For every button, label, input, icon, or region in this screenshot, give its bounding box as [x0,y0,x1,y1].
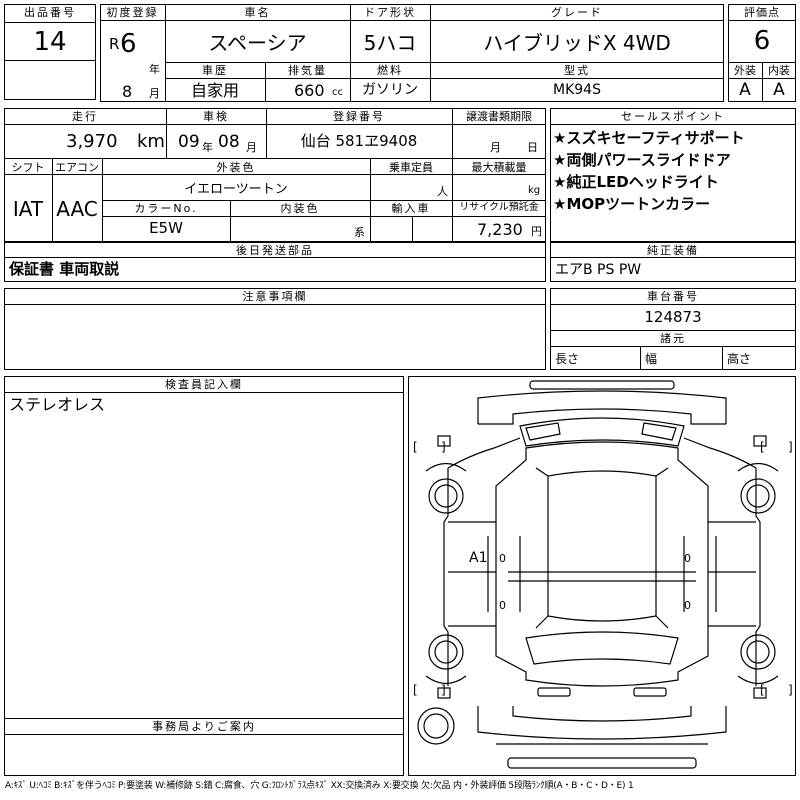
sales-point: ★純正LEDヘッドライト [553,173,719,191]
score: 6 [753,26,771,56]
interior-grade: A [773,80,785,100]
mileage: 3,970 [66,131,118,152]
color-label: 外装色 [216,161,256,174]
recycle-unit: 円 [531,225,542,238]
transfer-day-unit: 日 [527,141,538,154]
bracket-open: [ [760,683,765,697]
int-color-label: 内装色 [280,202,320,215]
chassis-number: 124873 [644,308,702,326]
first-reg-year: 6 [120,29,137,59]
import-label: 輸入車 [391,202,431,215]
history-label: 車歴 [202,64,228,77]
bracket-close: ] [788,440,793,454]
bracket-close: ] [441,683,446,697]
plate-label: 登録番号 [333,110,385,123]
damage-mark-zero: 0 [499,552,506,565]
chassis-label: 車台番号 [647,290,699,303]
car-diagram [417,380,779,769]
capacity-unit: 人 [437,185,448,198]
sales-points-label: セールスポイント [621,110,725,123]
era: R [109,35,120,53]
month-unit: 月 [149,87,160,100]
model-name: スペーシア [208,31,307,55]
first-reg-label: 初度登録 [106,6,159,19]
inspection-month: 08 [218,132,240,152]
door-label: ドア形状 [364,6,416,19]
interior-label: 内装 [768,64,790,77]
inspector-comment: ステレオレス [9,395,106,414]
fuel-label: 燃料 [377,64,403,77]
shift-label: シフト [11,161,45,174]
displacement-unit: cc [332,87,343,98]
model-label: 車名 [244,6,271,19]
inspection-label: 車検 [203,110,229,123]
width-label: 幅 [645,352,658,366]
damage-mark-zero: 0 [499,599,506,612]
inspection-year-unit: 年 [202,141,213,154]
fuel: ガソリン [362,82,418,98]
length-label: 長さ [555,352,580,366]
shift: IAT [12,197,44,221]
int-color-unit: 系 [354,226,365,239]
lot-number: 14 [33,27,67,57]
inspection-month-unit: 月 [246,141,257,154]
lot-label: 出品番号 [24,6,76,19]
exterior-label: 外装 [734,64,756,77]
exterior-grade: A [739,80,751,100]
displacement: 660 [294,81,325,100]
model-type: MK94S [553,82,601,98]
sales-point: ★スズキセーフティサポート [553,129,745,147]
recycle-label: リサイクル預託金 [459,202,539,213]
bracket-open: [ [760,440,765,454]
damage-mark-zero: 0 [684,552,691,565]
damage-mark: A1 [469,550,488,566]
transfer-month-unit: 月 [490,141,501,154]
load-label: 最大積載量 [471,161,527,174]
parts-value: 保証書 車両取説 [9,260,120,278]
load-unit: kg [528,185,541,196]
exterior-color: イエローツートン [184,182,288,197]
door-type: 5ハコ [363,31,417,55]
damage-mark-zero: 0 [684,599,691,612]
sales-point: ★MOPツートンカラー [553,195,711,213]
bracket-close: ] [788,683,793,697]
height-label: 高さ [727,352,752,366]
bracket-close: ] [441,440,446,454]
ac-label: エアコン [55,161,99,174]
displacement-label: 排気量 [288,64,327,77]
year-unit: 年 [149,63,160,76]
damage-legend: A:ｷｽﾞ U:ﾍｺﾐ B:ｷｽﾞを伴うﾍｺﾐ P:要塗装 W:補修跡 S:錆 … [5,781,634,791]
color-no-label: カラーNo. [134,202,198,215]
equipment-label: 純正装備 [647,244,699,257]
capacity-label: 乗車定員 [389,161,433,174]
transfer-label: 譲渡書類期限 [466,110,532,123]
spec-label: 諸元 [660,332,686,345]
inspection-year: 09 [178,132,200,152]
plate-number: 仙台 581ヱ9408 [300,132,418,150]
inspector-label: 検査員記入欄 [165,378,243,391]
type-label: 型式 [564,64,590,77]
history: 自家用 [190,81,239,100]
air-conditioner: AAC [56,197,98,221]
parts-label: 後日発送部品 [236,244,314,257]
equipment-value: エアB PS PW [555,262,642,278]
grade: ハイブリッドX 4WD [483,31,671,55]
inspector-box [4,376,404,776]
bracket-open: [ [413,440,418,454]
color-number: E5W [149,219,183,237]
sales-point: ★両側パワースライドドア [553,151,731,169]
first-reg-month: 8 [122,82,133,101]
mileage-label: 走行 [72,110,98,123]
score-label: 評価点 [744,6,780,19]
notes-label: 注意事項欄 [242,290,308,303]
grade-label: グレード [551,6,603,19]
mileage-unit: km [137,131,165,152]
office-label: 事務局よりご案内 [152,720,256,733]
recycle-fee: 7,230 [477,220,523,239]
info-box [4,108,546,242]
bracket-open: [ [413,683,418,697]
